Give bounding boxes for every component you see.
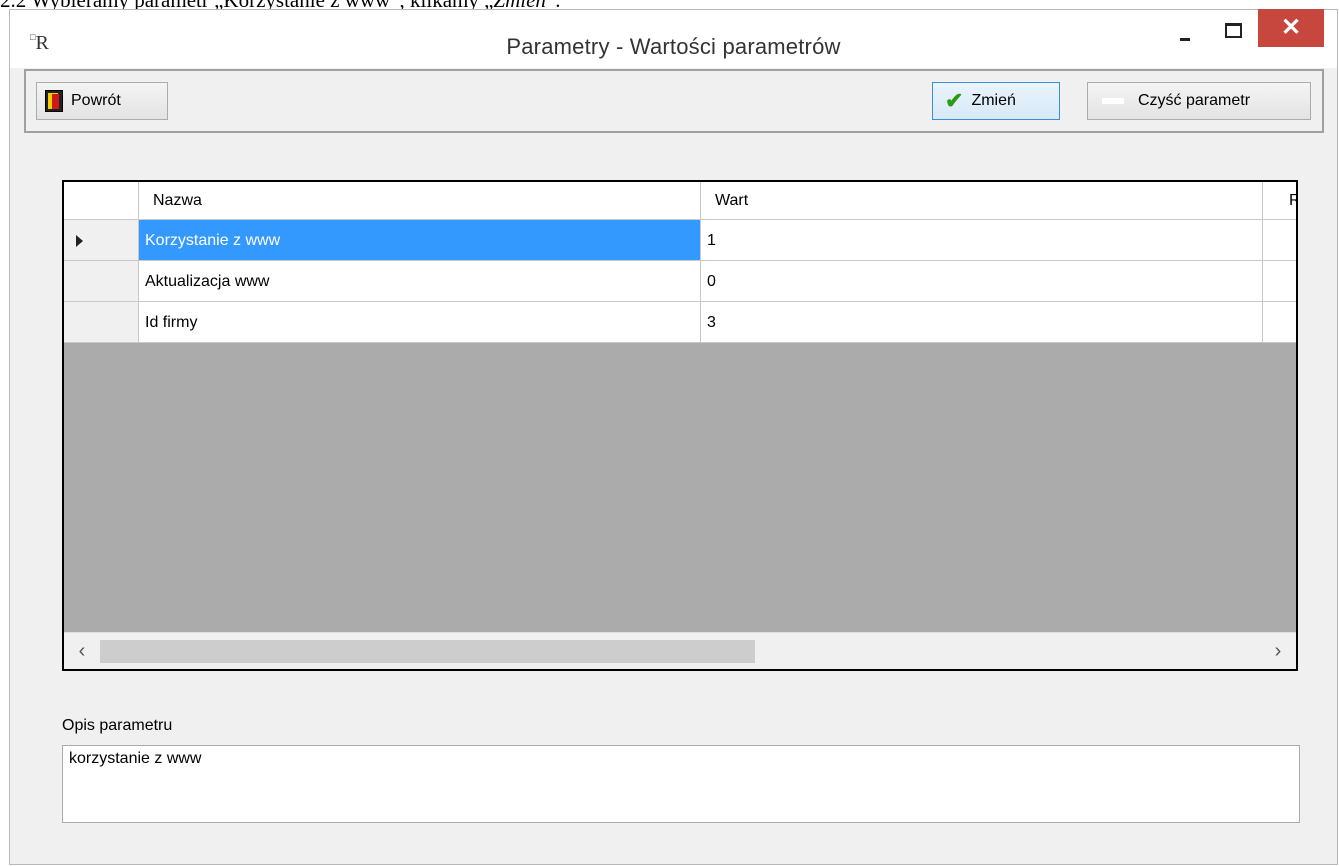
- cell-nazwa[interactable]: Korzystanie z www: [139, 220, 701, 261]
- cell-wart[interactable]: 3: [701, 302, 1263, 343]
- scroll-thumb[interactable]: [100, 640, 755, 663]
- description-label: Opis parametru: [62, 717, 173, 734]
- row-header[interactable]: [64, 302, 139, 343]
- table-row[interactable]: Aktualizacja www 0: [64, 261, 1296, 302]
- cell-nazwa[interactable]: Aktualizacja www: [139, 261, 701, 302]
- cell-nazwa[interactable]: Id firmy: [139, 302, 701, 343]
- parameters-window: □R Parametry - Wartości parametrów ✕ Pow…: [9, 9, 1338, 865]
- back-button[interactable]: Powrót: [36, 82, 168, 120]
- scroll-left-icon[interactable]: ‹: [64, 633, 100, 669]
- parameters-grid[interactable]: Nazwa Wart Re Korzystanie z www 1 Aktual…: [62, 180, 1298, 671]
- back-button-label: Powrót: [71, 92, 121, 109]
- scroll-right-icon[interactable]: ›: [1260, 633, 1296, 669]
- clear-button-label: Czyść parametr: [1138, 92, 1251, 109]
- clear-icon: [1102, 98, 1124, 104]
- column-header-wart[interactable]: Wart: [701, 182, 1263, 219]
- row-header[interactable]: [64, 261, 139, 302]
- checkmark-icon: ✔: [945, 88, 964, 113]
- minimize-button[interactable]: [1165, 10, 1207, 52]
- grid-header: Nazwa Wart Re: [64, 182, 1296, 220]
- cell-re[interactable]: [1263, 302, 1296, 343]
- toolbar: Powrót ✔ Zmień Czyść parametr: [24, 69, 1324, 133]
- grid-corner-header[interactable]: [64, 182, 139, 219]
- horizontal-scrollbar[interactable]: ‹ ›: [64, 632, 1296, 669]
- maximize-button[interactable]: [1210, 10, 1252, 52]
- current-row-arrow-icon: [76, 235, 83, 247]
- cell-wart[interactable]: 1: [701, 220, 1263, 261]
- cell-wart[interactable]: 0: [701, 261, 1263, 302]
- window-title: Parametry - Wartości parametrów: [506, 34, 841, 59]
- column-header-nazwa[interactable]: Nazwa: [139, 182, 701, 219]
- clear-parameter-button[interactable]: Czyść parametr: [1087, 82, 1311, 120]
- column-header-re[interactable]: Re: [1263, 182, 1296, 219]
- row-header[interactable]: [64, 220, 139, 261]
- change-button[interactable]: ✔ Zmień: [932, 82, 1060, 120]
- exit-door-icon: [45, 90, 63, 112]
- change-button-label: Zmień: [971, 92, 1016, 109]
- table-row[interactable]: Id firmy 3: [64, 302, 1296, 343]
- close-button[interactable]: ✕: [1258, 9, 1324, 47]
- close-icon: ✕: [1280, 14, 1302, 41]
- title-bar[interactable]: □R Parametry - Wartości parametrów ✕: [10, 9, 1337, 68]
- cell-re[interactable]: [1263, 220, 1296, 261]
- table-row[interactable]: Korzystanie z www 1: [64, 220, 1296, 261]
- description-field[interactable]: korzystanie z www: [62, 745, 1300, 823]
- cell-re[interactable]: [1263, 261, 1296, 302]
